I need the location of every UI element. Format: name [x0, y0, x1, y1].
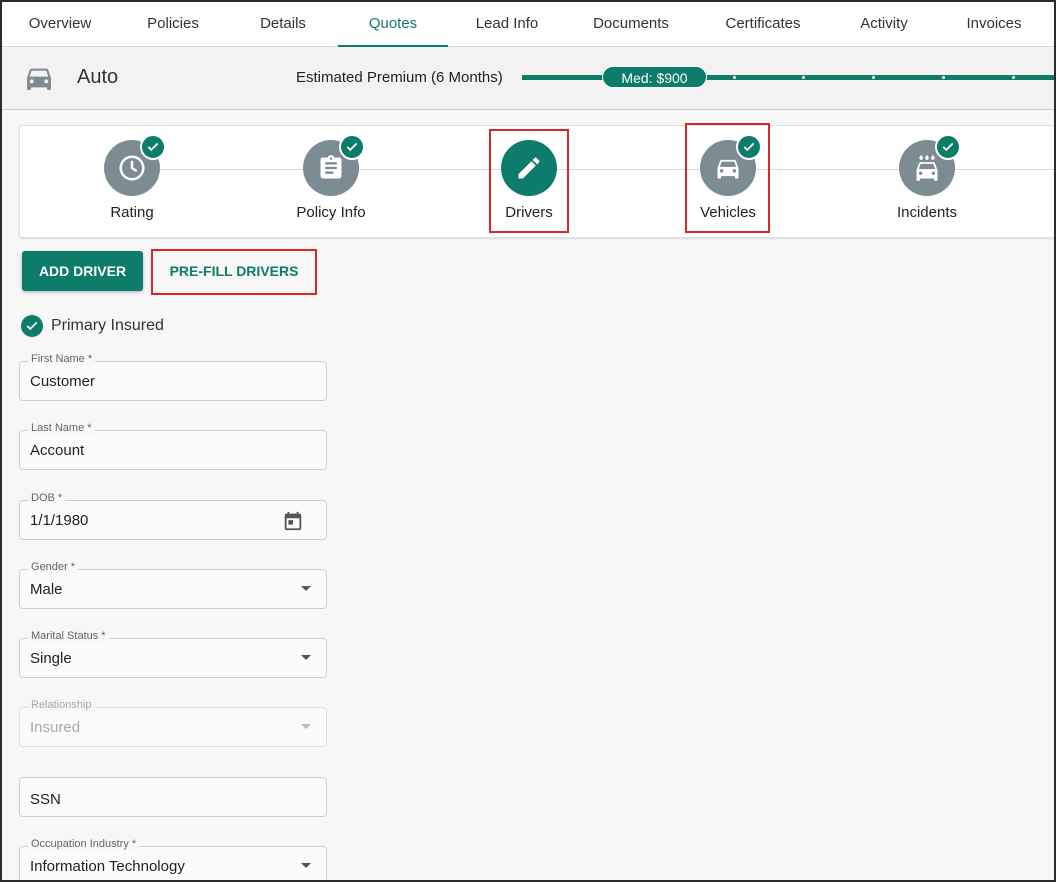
slider-dot — [942, 76, 945, 79]
last-name-field[interactable]: Last Name * Account — [19, 422, 327, 470]
dob-field[interactable]: DOB * 1/1/1980 — [19, 492, 327, 540]
tab-activity[interactable]: Activity — [838, 2, 930, 47]
first-name-value: Customer — [30, 373, 96, 390]
marital-status-value: Single — [30, 650, 72, 667]
marital-status-select[interactable]: Marital Status * Single — [19, 630, 327, 678]
step-rating[interactable]: Rating — [72, 134, 192, 230]
step-label: Incidents — [896, 204, 958, 221]
slider-dot — [802, 76, 805, 79]
gender-select[interactable]: Gender * Male — [19, 561, 327, 609]
tab-documents[interactable]: Documents — [572, 2, 690, 47]
gender-value: Male — [30, 581, 63, 598]
calendar-icon[interactable] — [282, 510, 304, 532]
step-policy-info[interactable]: Policy Info — [271, 134, 391, 230]
slider-dot — [733, 76, 736, 79]
check-icon — [140, 134, 166, 160]
auto-header-bar: Auto Estimated Premium (6 Months) Med: $… — [2, 48, 1054, 110]
occupation-industry-label: Occupation Industry * — [28, 838, 140, 850]
chevron-down-icon — [301, 586, 311, 591]
step-incidents[interactable]: Incidents — [867, 134, 987, 230]
tab-details[interactable]: Details — [234, 2, 332, 47]
highlight-box-vehicles — [685, 123, 770, 233]
occupation-industry-select[interactable]: Occupation Industry * Information Techno… — [19, 838, 327, 880]
first-name-label: First Name * — [28, 353, 96, 365]
slider-dot — [1012, 76, 1015, 79]
tab-invoices[interactable]: Invoices — [948, 2, 1040, 47]
step-label: Rating — [110, 204, 154, 221]
car-wash-icon — [916, 154, 938, 181]
app-frame: Overview Policies Details Quotes Lead In… — [0, 0, 1056, 882]
gender-label: Gender * — [28, 561, 79, 573]
ssn-placeholder: SSN — [30, 791, 61, 808]
estimated-premium-label: Estimated Premium (6 Months) — [296, 69, 503, 86]
highlight-box-prefill — [151, 249, 317, 295]
slider-dot — [872, 76, 875, 79]
last-name-value: Account — [30, 442, 85, 459]
chevron-down-icon — [301, 863, 311, 868]
check-icon — [935, 134, 961, 160]
primary-insured-check-icon[interactable] — [21, 315, 43, 337]
step-label: Policy Info — [296, 204, 366, 221]
relationship-value: Insured — [30, 719, 81, 736]
tab-certificates[interactable]: Certificates — [708, 2, 818, 47]
dob-label: DOB * — [28, 492, 66, 504]
clock-icon — [119, 155, 145, 181]
car-icon — [27, 68, 51, 90]
highlight-box-drivers — [489, 129, 569, 233]
chevron-down-icon — [301, 724, 311, 729]
tab-overview[interactable]: Overview — [12, 2, 108, 47]
last-name-label: Last Name * — [28, 422, 95, 434]
check-icon — [339, 134, 365, 160]
top-tab-bar: Overview Policies Details Quotes Lead In… — [2, 2, 1054, 47]
tab-policies[interactable]: Policies — [123, 2, 223, 47]
occupation-industry-value: Information Technology — [30, 858, 185, 875]
premium-slider-badge[interactable]: Med: $900 — [602, 66, 707, 88]
dob-value: 1/1/1980 — [30, 512, 89, 529]
clipboard-icon — [320, 155, 342, 179]
relationship-label: Relationship — [28, 699, 95, 711]
tab-lead-info[interactable]: Lead Info — [458, 2, 556, 47]
add-driver-button[interactable]: ADD DRIVER — [22, 251, 143, 291]
marital-status-label: Marital Status * — [28, 630, 109, 642]
primary-insured-label: Primary Insured — [51, 317, 164, 334]
auto-title: Auto — [77, 66, 119, 88]
ssn-field[interactable]: SSN — [19, 777, 327, 817]
first-name-field[interactable]: First Name * Customer — [19, 353, 327, 401]
relationship-select: Relationship Insured — [19, 699, 327, 747]
tab-quotes[interactable]: Quotes — [338, 2, 448, 47]
chevron-down-icon — [301, 655, 311, 660]
